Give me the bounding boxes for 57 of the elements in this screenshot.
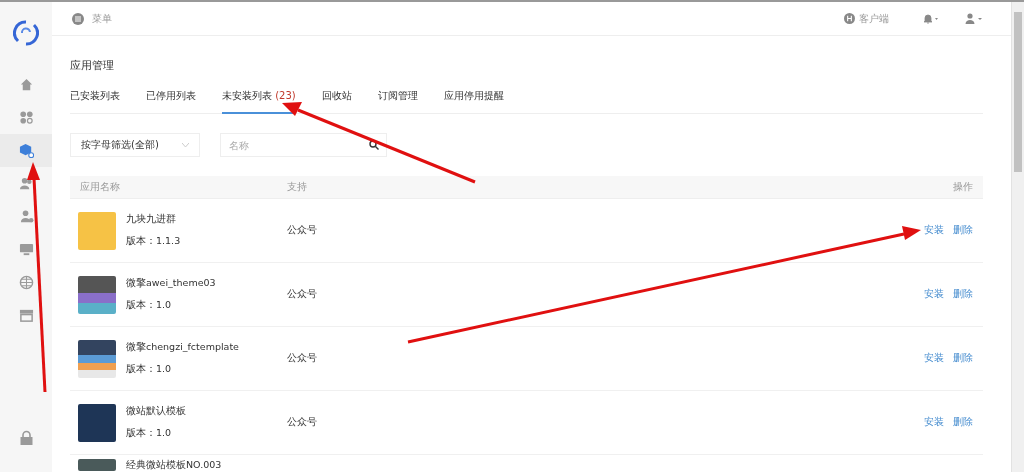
caret-icon	[182, 143, 189, 147]
install-link[interactable]: 安装	[924, 352, 944, 365]
home-icon	[18, 77, 34, 92]
tab[interactable]: 应用停用提醒	[443, 85, 504, 114]
app-name: 微站默认模板	[126, 405, 186, 418]
monitor-icon	[18, 242, 34, 257]
logo-icon	[13, 20, 39, 46]
scrollbar[interactable]	[1011, 2, 1024, 472]
user-dropdown-icon[interactable]	[965, 13, 983, 24]
menu-label[interactable]: 菜单	[92, 11, 112, 26]
column-header: 支持	[287, 180, 308, 194]
app-version: 版本：1.0	[126, 299, 173, 312]
tab[interactable]: 订阅管理	[377, 85, 418, 114]
client-link[interactable]: 客户端	[859, 11, 889, 26]
support-cell-text: 公众号	[287, 224, 318, 237]
users-icon	[18, 176, 34, 191]
support-cell-text: 公众号	[287, 352, 318, 365]
app-thumbnail	[78, 211, 116, 250]
user-admin-icon	[18, 209, 34, 224]
cube-icon	[18, 143, 34, 158]
delete-link[interactable]: 删除	[953, 288, 973, 301]
tab[interactable]: 已安装列表	[70, 85, 120, 114]
store-icon	[18, 308, 34, 323]
globe-icon	[18, 275, 34, 290]
sidebar-item[interactable]	[0, 134, 52, 167]
install-link[interactable]: 安装	[924, 416, 944, 429]
app-thumbnail	[78, 459, 116, 471]
support-cell-text: 公众号	[287, 288, 318, 301]
app-name: 九块九进群	[126, 213, 177, 226]
app-name: 微擎awei_theme03	[126, 277, 216, 290]
app-version: 版本：1.0	[126, 427, 173, 440]
install-link[interactable]: 安装	[924, 288, 944, 301]
delete-link[interactable]: 删除	[953, 416, 973, 429]
app-name: 经典微站模板NO.003	[126, 459, 222, 472]
bell-dropdown-icon[interactable]	[923, 13, 939, 24]
apps-icon	[18, 110, 34, 125]
app-thumbnail	[78, 403, 116, 442]
app-version: 版本：1.1.3	[126, 235, 181, 248]
app-thumbnail	[78, 275, 116, 314]
search-field[interactable]: 名称	[220, 133, 387, 157]
client-icon[interactable]	[844, 13, 855, 24]
tab[interactable]: 回收站	[321, 85, 352, 114]
install-link[interactable]: 安装	[924, 224, 944, 237]
tab[interactable]: 已停用列表	[146, 85, 196, 114]
lock-icon[interactable]	[18, 430, 34, 446]
search-icon[interactable]	[369, 140, 379, 150]
app-name: 微擎chengzi_fctemplate	[126, 341, 239, 354]
delete-link[interactable]: 删除	[953, 224, 973, 237]
delete-link[interactable]: 删除	[953, 352, 973, 365]
app-version: 版本：1.0	[126, 363, 173, 376]
app-thumbnail	[78, 339, 116, 378]
column-header: 应用名称	[80, 180, 121, 194]
support-cell-text: 公众号	[287, 416, 318, 429]
letter-filter-select[interactable]: 按字母筛选(全部)	[70, 133, 200, 157]
column-header: 操作	[953, 180, 973, 194]
page-title: 应用管理	[70, 58, 115, 73]
menu-icon[interactable]	[72, 12, 84, 25]
